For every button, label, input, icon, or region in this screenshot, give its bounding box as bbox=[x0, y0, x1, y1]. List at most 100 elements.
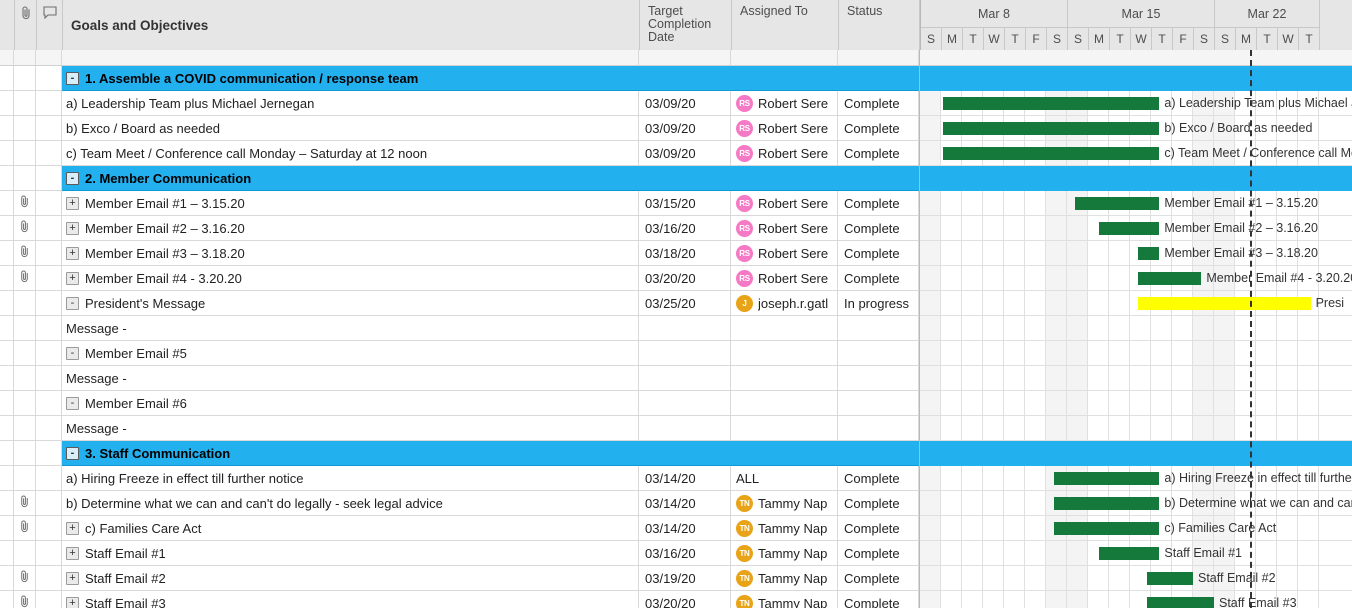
paperclip-icon[interactable] bbox=[19, 220, 30, 236]
task-name-cell[interactable]: - President's Message bbox=[62, 291, 639, 316]
assignee-cell[interactable]: RS Robert Sere bbox=[731, 141, 838, 166]
target-date-cell[interactable] bbox=[639, 416, 731, 441]
gantt-bar[interactable] bbox=[943, 122, 1160, 135]
task-name-cell[interactable]: Message - bbox=[62, 316, 639, 341]
row-number-cell[interactable] bbox=[0, 566, 14, 591]
expand-toggle[interactable]: + bbox=[66, 521, 79, 535]
row-number-cell[interactable] bbox=[0, 191, 14, 216]
target-date-cell[interactable]: 03/18/20 bbox=[639, 241, 731, 266]
row-number-cell[interactable] bbox=[0, 541, 14, 566]
task-name-cell[interactable]: + c) Families Care Act bbox=[62, 516, 639, 541]
task-name-cell[interactable]: Message - bbox=[62, 366, 639, 391]
task-name-cell[interactable]: - Member Email #6 bbox=[62, 391, 639, 416]
attachment-cell[interactable] bbox=[14, 541, 36, 566]
target-date-cell[interactable] bbox=[639, 391, 731, 416]
gantt-bar[interactable] bbox=[1098, 547, 1160, 560]
status-cell[interactable] bbox=[838, 416, 919, 441]
comment-cell[interactable] bbox=[36, 491, 62, 516]
target-date-cell[interactable] bbox=[639, 50, 731, 66]
status-cell[interactable]: In progress bbox=[838, 291, 919, 316]
target-date-cell[interactable]: 03/14/20 bbox=[639, 491, 731, 516]
table-row[interactable]: + Member Email #4 - 3.20.20 03/20/20 RS Robe… bbox=[0, 266, 919, 291]
target-date-cell[interactable]: 03/25/20 bbox=[639, 291, 731, 316]
comment-cell[interactable] bbox=[36, 391, 62, 416]
row-number-cell[interactable] bbox=[0, 216, 14, 241]
row-number-cell[interactable] bbox=[0, 391, 14, 416]
status-cell[interactable] bbox=[838, 166, 919, 191]
row-number-cell[interactable] bbox=[0, 266, 14, 291]
status-cell[interactable]: Complete bbox=[838, 516, 919, 541]
table-row[interactable]: b) Determine what we can and can't do le… bbox=[0, 491, 919, 516]
comment-cell[interactable] bbox=[36, 50, 62, 66]
expand-toggle[interactable]: + bbox=[66, 246, 79, 260]
paperclip-icon[interactable] bbox=[19, 495, 30, 511]
gantt-bar[interactable] bbox=[1054, 497, 1160, 510]
assignee-cell[interactable] bbox=[731, 66, 838, 91]
gantt-bar[interactable] bbox=[943, 97, 1160, 110]
row-number-cell[interactable] bbox=[0, 66, 14, 91]
gantt-bar[interactable] bbox=[1054, 522, 1160, 535]
assignee-cell[interactable]: RS Robert Sere bbox=[731, 216, 838, 241]
task-name-cell[interactable]: -1. Assemble a COVID communication / res… bbox=[62, 66, 639, 91]
comment-cell[interactable] bbox=[36, 141, 62, 166]
task-name-cell[interactable]: + Member Email #1 – 3.15.20 bbox=[62, 191, 639, 216]
expand-toggle[interactable]: + bbox=[66, 221, 79, 235]
table-row[interactable]: - Member Email #6 bbox=[0, 391, 919, 416]
comment-cell[interactable] bbox=[36, 516, 62, 541]
table-row[interactable]: Message - bbox=[0, 316, 919, 341]
row-number-cell[interactable] bbox=[0, 166, 14, 191]
table-row[interactable]: + Staff Email #2 03/19/20 TN Tammy Nap Comple… bbox=[0, 566, 919, 591]
attachment-cell[interactable] bbox=[14, 316, 36, 341]
row-number-cell[interactable] bbox=[0, 141, 14, 166]
target-date-cell[interactable]: 03/20/20 bbox=[639, 266, 731, 291]
table-row[interactable]: Message - bbox=[0, 366, 919, 391]
table-row[interactable]: a) Leadership Team plus Michael Jernegan… bbox=[0, 91, 919, 116]
comment-cell[interactable] bbox=[36, 316, 62, 341]
task-name-cell[interactable]: Message - bbox=[62, 416, 639, 441]
attachment-cell[interactable] bbox=[14, 466, 36, 491]
column-header-target-date[interactable]: Target Completion Date bbox=[640, 0, 732, 50]
assignee-cell[interactable] bbox=[731, 50, 838, 66]
status-cell[interactable] bbox=[838, 341, 919, 366]
status-cell[interactable]: Complete bbox=[838, 491, 919, 516]
table-row[interactable]: b) Exco / Board as needed 03/09/20 RS Rober… bbox=[0, 116, 919, 141]
assignee-cell[interactable]: RS Robert Sere bbox=[731, 266, 838, 291]
table-row[interactable]: + Staff Email #1 03/16/20 TN Tammy Nap Comple… bbox=[0, 541, 919, 566]
attachment-cell[interactable] bbox=[14, 116, 36, 141]
assignee-cell[interactable]: RS Robert Sere bbox=[731, 241, 838, 266]
comment-cell[interactable] bbox=[36, 216, 62, 241]
assignee-cell[interactable] bbox=[731, 316, 838, 341]
comment-cell[interactable] bbox=[36, 416, 62, 441]
table-row[interactable]: + c) Families Care Act 03/14/20 TN Tammy Nap… bbox=[0, 516, 919, 541]
grid-pane[interactable]: -1. Assemble a COVID communication / res… bbox=[0, 50, 919, 608]
comment-cell[interactable] bbox=[36, 66, 62, 91]
attachment-cell[interactable] bbox=[14, 141, 36, 166]
assignee-cell[interactable]: ALL bbox=[731, 466, 838, 491]
assignee-cell[interactable]: TN Tammy Nap bbox=[731, 491, 838, 516]
table-row[interactable]: - President's Message 03/25/20 Jjoseph.r.ga… bbox=[0, 291, 919, 316]
task-name-cell[interactable]: -3. Staff Communication bbox=[62, 441, 639, 466]
row-number-cell[interactable] bbox=[0, 91, 14, 116]
gantt-bar[interactable] bbox=[1138, 247, 1160, 260]
row-number-cell[interactable] bbox=[0, 366, 14, 391]
task-name-cell[interactable]: -2. Member Communication bbox=[62, 166, 639, 191]
target-date-cell[interactable]: 03/16/20 bbox=[639, 216, 731, 241]
collapse-toggle[interactable]: - bbox=[66, 446, 79, 460]
attachment-cell[interactable] bbox=[14, 266, 36, 291]
row-number-cell[interactable] bbox=[0, 466, 14, 491]
paperclip-icon[interactable] bbox=[19, 270, 30, 286]
status-cell[interactable] bbox=[838, 391, 919, 416]
row-number-cell[interactable] bbox=[0, 241, 14, 266]
paperclip-icon[interactable] bbox=[19, 595, 30, 608]
target-date-cell[interactable] bbox=[639, 366, 731, 391]
status-cell[interactable]: Complete bbox=[838, 241, 919, 266]
target-date-cell[interactable]: 03/14/20 bbox=[639, 516, 731, 541]
status-cell[interactable]: Complete bbox=[838, 116, 919, 141]
target-date-cell[interactable]: 03/09/20 bbox=[639, 141, 731, 166]
expand-toggle[interactable]: + bbox=[66, 571, 79, 585]
row-number-cell[interactable] bbox=[0, 116, 14, 141]
row-number-cell[interactable] bbox=[0, 491, 14, 516]
gantt-pane[interactable]: a) Leadership Team plus Michael Jernegan… bbox=[919, 50, 1352, 608]
attachment-cell[interactable] bbox=[14, 50, 36, 66]
target-date-cell[interactable]: 03/14/20 bbox=[639, 466, 731, 491]
